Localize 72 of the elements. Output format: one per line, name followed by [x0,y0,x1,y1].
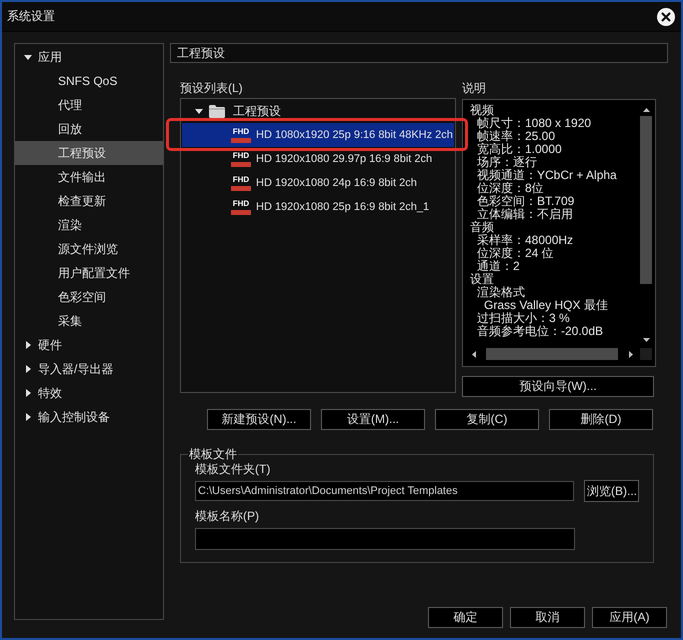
description-line: 过扫描大小：3 % [476,312,570,325]
folder-field-label: 模板文件夹(T) [195,463,270,476]
ok-button[interactable]: 确定 [428,607,503,628]
folder-icon [209,104,225,118]
description-line: 音频 [470,221,494,234]
folder-path-field[interactable]: C:\Users\Administrator\Documents\Project Templates [195,481,574,501]
delete-button[interactable]: 删除(D) [549,409,653,430]
description-line: 视频 [470,104,494,117]
description-line: 场序：逐行 [476,156,537,169]
sidebar-item[interactable]: 源文件浏览 [58,237,118,261]
sidebar-item[interactable]: 色彩空间 [58,285,106,309]
name-field-label: 模板名称(P) [195,510,259,523]
up-arrow-icon [642,108,650,112]
description-line: 立体编辑：不启用 [476,208,573,221]
copy-button[interactable]: 复制(C) [435,409,539,430]
right-arrow-icon [629,350,633,358]
preset-item[interactable]: FHD HD 1920x1080 29.97p 16:9 8bit 2ch [231,147,432,171]
sidebar-item[interactable]: SNFS QoS [58,69,118,93]
description-line: 通道：2 [476,260,520,273]
sidebar-item[interactable]: 检查更新 [58,189,106,213]
window-title: 系统设置 [7,8,55,25]
scrollbar-thumb[interactable] [486,348,618,360]
description-line: 渲染格式 [476,286,525,299]
template-name-field[interactable] [195,528,575,550]
cancel-button[interactable]: 取消 [510,607,585,628]
apply-button[interactable]: 应用(A) [592,607,667,628]
description-line: 宽高比：1.0000 [476,143,562,156]
sidebar-item[interactable]: 文件输出 [58,165,106,189]
left-arrow-icon [472,350,476,358]
preset-wizard-button[interactable]: 预设向导(W)... [462,376,654,397]
sidebar-item[interactable]: 代理 [58,93,82,117]
close-icon [657,8,675,26]
new-preset-button[interactable]: 新建预设(N)... [207,409,311,430]
sidebar-item[interactable]: 特效 [24,381,62,405]
sidebar-item[interactable]: 渲染 [58,213,82,237]
preset-list-label: 预设列表(L) [180,82,243,95]
description-line: 位深度：8位 [476,182,544,195]
down-arrow-icon [642,338,650,342]
scrollbar-corner [640,348,652,360]
preset-item[interactable]: FHD HD 1920x1080 24p 16:9 8bit 2ch [231,171,417,195]
sidebar-item[interactable]: 导入器/导出器 [24,357,114,381]
format-badge: FHD [231,151,251,167]
description-line: 视频通道：YCbCr + Alpha [476,169,617,182]
group-title: 模板文件 [188,448,238,461]
description-line: Grass Valley HQX 最佳 [483,299,608,312]
sidebar-item[interactable]: 硬件 [24,333,62,357]
horizontal-scrollbar[interactable] [470,348,635,360]
preset-item[interactable]: FHD HD 1920x1080 25p 16:9 8bit 2ch_1 [231,195,430,219]
sidebar-item[interactable]: 输入控制设备 [24,405,110,429]
format-badge: FHD [231,199,251,215]
sidebar-item[interactable]: 用户配置文件 [58,261,130,285]
page-header: 工程预设 [170,43,668,63]
close-button[interactable] [657,8,675,26]
settings-button[interactable]: 设置(M)... [321,409,425,430]
sidebar-item[interactable]: 回放 [58,117,82,141]
description-line: 设置 [470,273,494,286]
preset-item[interactable]: FHD HD 1080x1920 25p 9:16 8bit 48KHz 2ch [182,123,454,147]
format-badge: FHD [231,127,251,143]
description-line: 帧尺寸：1080 x 1920 [476,117,592,130]
browse-button[interactable]: 浏览(B)... [584,480,639,502]
description-line: 音频参考电位：-20.0dB [476,325,604,338]
format-badge: FHD [231,175,251,191]
description-line: 采样率：48000Hz [476,234,574,247]
scrollbar-thumb[interactable] [640,116,652,284]
description-line: 帧速率：25.00 [476,130,556,143]
sidebar-item[interactable]: 应用 [24,45,62,69]
description-line: 位深度：24 位 [476,247,554,260]
description-label: 说明 [462,82,486,95]
folder-item[interactable]: 工程预设 [195,99,281,123]
sidebar-item[interactable]: 采集 [58,309,82,333]
sidebar-item[interactable]: 工程预设 [15,141,163,165]
description-line: 色彩空间：BT.709 [476,195,574,208]
